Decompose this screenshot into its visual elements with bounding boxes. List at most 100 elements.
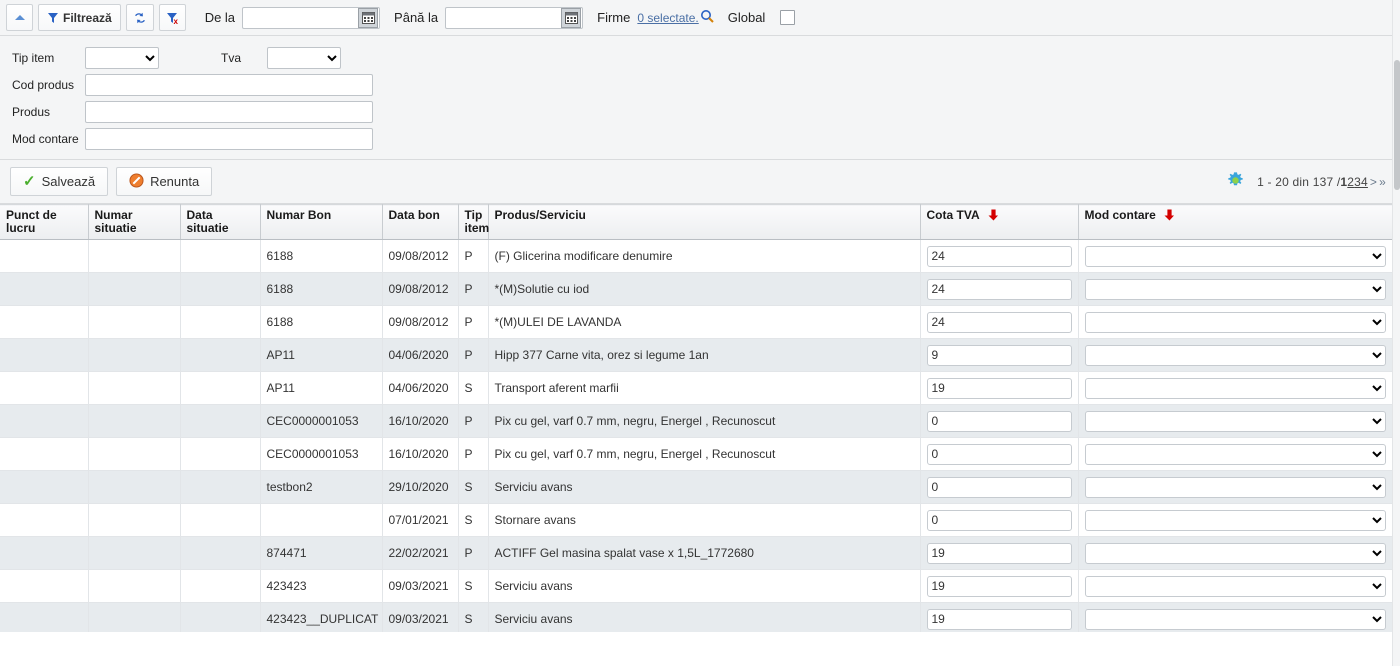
cell-data-situatie <box>180 240 260 273</box>
cota-tva-input[interactable] <box>927 510 1072 531</box>
col-mod-contare[interactable]: Mod contare <box>1078 205 1392 240</box>
cell-numar-bon: 423423__DUPLICAT <box>260 603 382 633</box>
table-row[interactable]: AP1104/06/2020STransport aferent marfii <box>0 372 1392 405</box>
mod-contare-select[interactable] <box>1085 609 1387 630</box>
cell-numar-situatie <box>88 405 180 438</box>
cancel-button[interactable]: Renunta <box>116 167 212 196</box>
global-checkbox[interactable] <box>780 10 795 25</box>
cell-tip-item: S <box>458 570 488 603</box>
col-data-situatie[interactable]: Data situatie <box>180 205 260 240</box>
table-row[interactable]: 423423__DUPLICAT09/03/2021SServiciu avan… <box>0 603 1392 633</box>
cell-produs-serviciu: Stornare avans <box>488 504 920 537</box>
cota-tva-input[interactable] <box>927 411 1072 432</box>
cota-tva-input[interactable] <box>927 246 1072 267</box>
cell-cota-tva <box>920 438 1078 471</box>
mod-contare-select[interactable] <box>1085 279 1387 300</box>
cell-produs-serviciu: ACTIFF Gel masina spalat vase x 1,5L_177… <box>488 537 920 570</box>
table-row[interactable]: 07/01/2021SStornare avans <box>0 504 1392 537</box>
pana-la-input[interactable] <box>446 8 561 28</box>
produs-input[interactable] <box>85 101 373 123</box>
col-produs-serviciu[interactable]: Produs/Serviciu <box>488 205 920 240</box>
cell-tip-item: S <box>458 372 488 405</box>
cell-numar-bon: 423423 <box>260 570 382 603</box>
mod-contare-select[interactable] <box>1085 312 1387 333</box>
filter-button[interactable]: Filtrează <box>38 4 121 31</box>
tip-item-label: Tip item <box>12 51 85 65</box>
cell-mod-contare <box>1078 273 1392 306</box>
save-button[interactable]: ✓ Salvează <box>10 167 108 196</box>
table-row[interactable]: testbon229/10/2020SServiciu avans <box>0 471 1392 504</box>
search-icon[interactable] <box>700 9 714 26</box>
cell-mod-contare <box>1078 438 1392 471</box>
tip-item-select[interactable] <box>85 47 159 69</box>
next-page-button[interactable]: > <box>1370 175 1377 189</box>
produs-label: Produs <box>12 105 85 119</box>
tva-select[interactable] <box>267 47 341 69</box>
col-numar-situatie[interactable]: Numar situatie <box>88 205 180 240</box>
cell-tip-item: P <box>458 339 488 372</box>
cota-tva-input[interactable] <box>927 609 1072 630</box>
gear-icon[interactable] <box>1226 171 1245 193</box>
mod-contare-select[interactable] <box>1085 510 1387 531</box>
table-row[interactable]: AP1104/06/2020PHipp 377 Carne vita, orez… <box>0 339 1392 372</box>
cell-tip-item: P <box>458 273 488 306</box>
mod-contare-select[interactable] <box>1085 576 1387 597</box>
mod-contare-select[interactable] <box>1085 378 1387 399</box>
cota-tva-input[interactable] <box>927 345 1072 366</box>
cell-data-bon: 07/01/2021 <box>382 504 458 537</box>
scrollbar-thumb[interactable] <box>1394 60 1400 190</box>
cota-tva-input[interactable] <box>927 576 1072 597</box>
cell-cota-tva <box>920 306 1078 339</box>
col-tip-item[interactable]: Tip item <box>458 205 488 240</box>
cota-tva-input[interactable] <box>927 312 1072 333</box>
cota-tva-input[interactable] <box>927 378 1072 399</box>
clear-filter-button[interactable]: x <box>159 4 186 31</box>
last-page-button[interactable]: » <box>1379 175 1386 189</box>
col-cota-tva[interactable]: Cota TVA <box>920 205 1078 240</box>
mod-contare-select[interactable] <box>1085 543 1387 564</box>
table-row[interactable]: 87447122/02/2021PACTIFF Gel masina spala… <box>0 537 1392 570</box>
mod-contare-select[interactable] <box>1085 246 1387 267</box>
table-row[interactable]: CEC000000105316/10/2020PPix cu gel, varf… <box>0 438 1392 471</box>
page-link-3[interactable]: 3 <box>1354 175 1361 189</box>
cell-numar-bon <box>260 504 382 537</box>
grid-header-row: Punct de lucru Numar situatie Data situa… <box>0 205 1392 240</box>
cota-tva-input[interactable] <box>927 444 1072 465</box>
calendar-icon-pana-la[interactable] <box>561 8 581 28</box>
cota-tva-input[interactable] <box>927 543 1072 564</box>
mod-contare-select[interactable] <box>1085 345 1387 366</box>
cota-tva-input[interactable] <box>927 477 1072 498</box>
firme-selected-link[interactable]: 0 selectate. <box>637 11 698 25</box>
cell-mod-contare <box>1078 240 1392 273</box>
cancel-icon <box>129 173 144 191</box>
firme-label: Firme <box>597 10 630 25</box>
vertical-scrollbar[interactable] <box>1392 0 1400 666</box>
cell-data-situatie <box>180 306 260 339</box>
refresh-button[interactable] <box>126 4 154 31</box>
cell-numar-bon: CEC0000001053 <box>260 405 382 438</box>
table-row[interactable]: CEC000000105316/10/2020PPix cu gel, varf… <box>0 405 1392 438</box>
cell-cota-tva <box>920 570 1078 603</box>
col-punct-de-lucru[interactable]: Punct de lucru <box>0 205 88 240</box>
mod-contare-select[interactable] <box>1085 411 1387 432</box>
cell-mod-contare <box>1078 306 1392 339</box>
de-la-input[interactable] <box>243 8 358 28</box>
table-row[interactable]: 618809/08/2012P*(M)ULEI DE LAVANDA <box>0 306 1392 339</box>
cota-tva-input[interactable] <box>927 279 1072 300</box>
table-row[interactable]: 618809/08/2012P(F) Glicerina modificare … <box>0 240 1392 273</box>
cod-produs-input[interactable] <box>85 74 373 96</box>
col-numar-bon[interactable]: Numar Bon <box>260 205 382 240</box>
cell-numar-bon: testbon2 <box>260 471 382 504</box>
col-data-bon[interactable]: Data bon <box>382 205 458 240</box>
table-row[interactable]: 42342309/03/2021SServiciu avans <box>0 570 1392 603</box>
calendar-icon-de-la[interactable] <box>358 8 378 28</box>
table-row[interactable]: 618809/08/2012P*(M)Solutie cu iod <box>0 273 1392 306</box>
mod-contare-select[interactable] <box>1085 444 1387 465</box>
top-toolbar: Filtrează x De la <box>0 0 1400 36</box>
cell-cota-tva <box>920 504 1078 537</box>
mod-contare-input[interactable] <box>85 128 373 150</box>
page-link-4[interactable]: 4 <box>1361 175 1368 189</box>
collapse-panel-button[interactable] <box>6 4 33 31</box>
mod-contare-select[interactable] <box>1085 477 1387 498</box>
cell-tip-item: S <box>458 603 488 633</box>
